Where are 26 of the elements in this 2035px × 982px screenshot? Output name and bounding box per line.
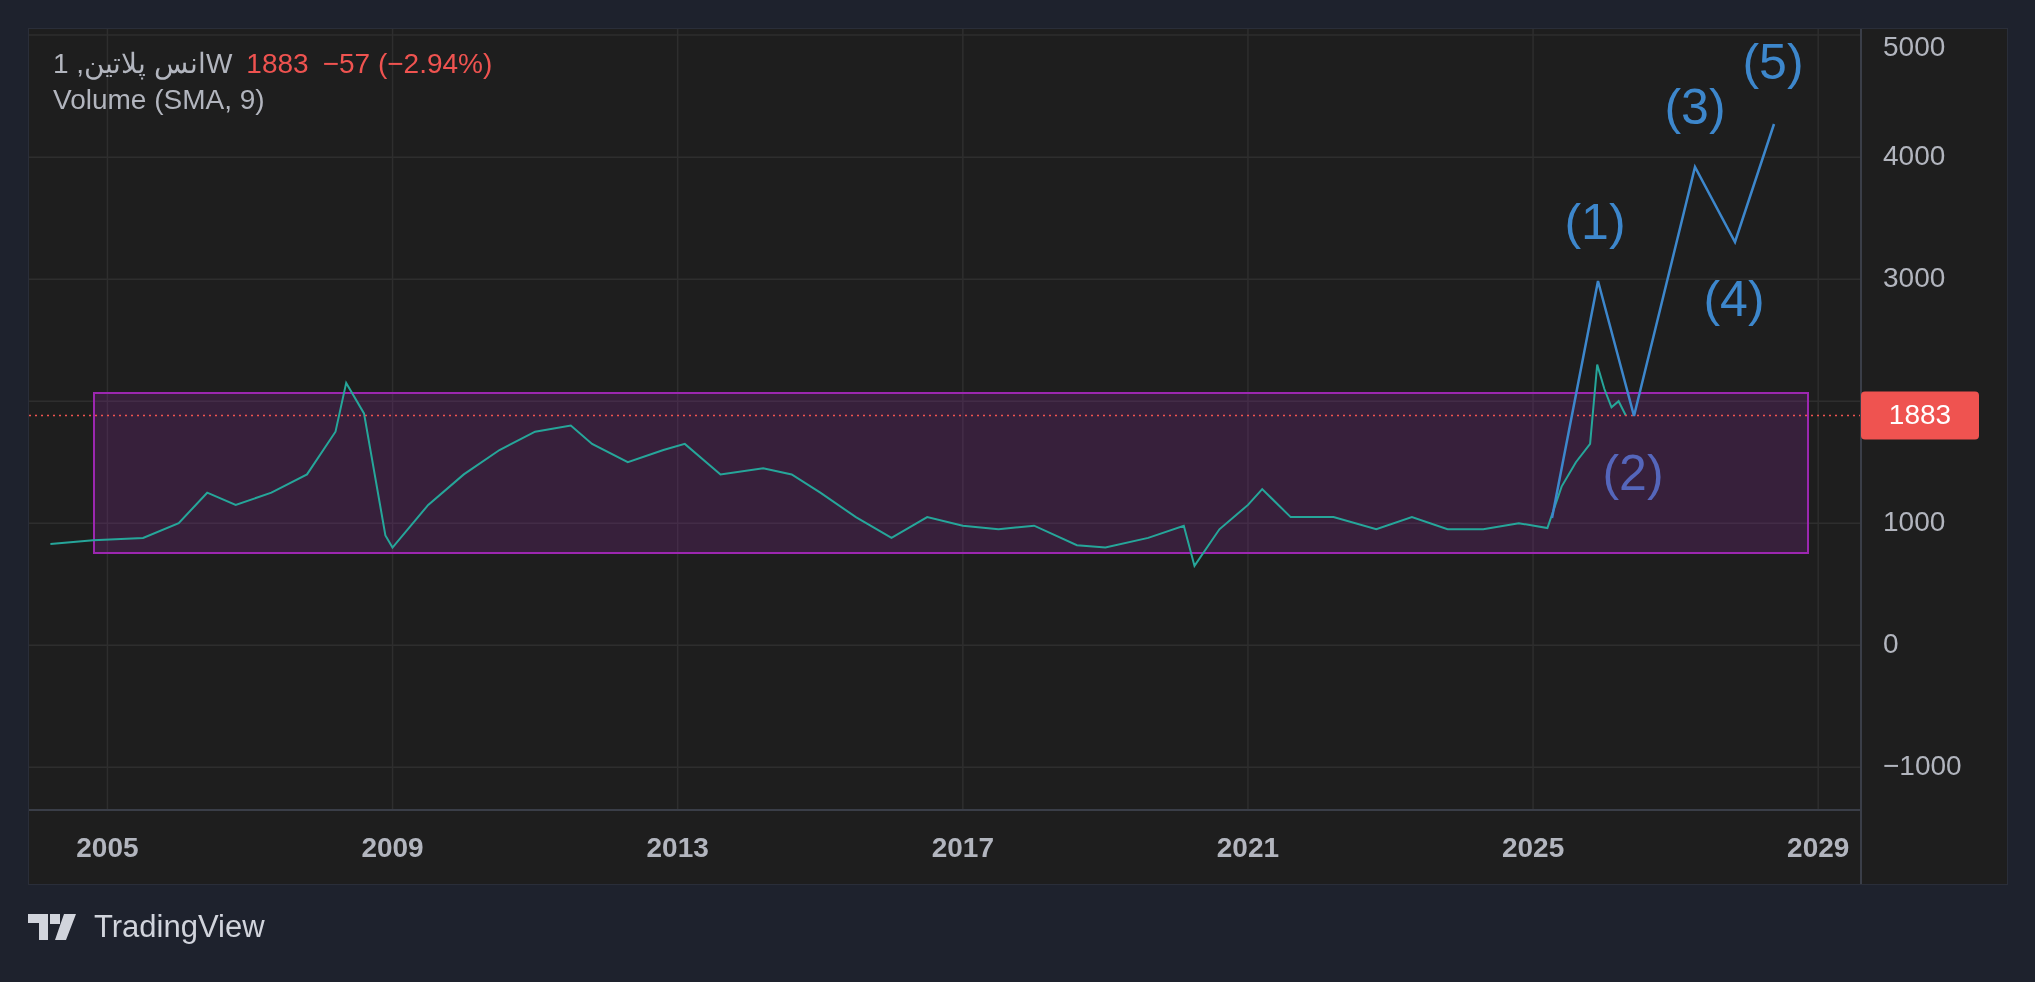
price-axis-label: 5000 [1883, 31, 1946, 63]
ref-line-label: 1883 [1888, 398, 1952, 430]
price-change: −57 (−2.94%) [322, 48, 493, 80]
indicator-title: Volume (SMA, 9) [53, 84, 265, 116]
time-axis-label: 2013 [646, 832, 709, 864]
time-axis-label: 2009 [361, 832, 424, 864]
time-axis-label: 2005 [76, 832, 139, 864]
symbol-title: انس پلاتین, 1W [53, 47, 233, 80]
wave-label: (5) [1742, 34, 1804, 91]
time-axis-label: 2021 [1216, 832, 1280, 864]
time-axis-label: 2029 [1787, 832, 1850, 864]
price-axis-label: −1000 [1883, 749, 1962, 781]
time-axis-label: 2025 [1501, 832, 1565, 864]
last-price: 1883 [246, 48, 309, 80]
wave-label: (4) [1703, 271, 1765, 328]
price-axis-label: 1000 [1883, 505, 1946, 537]
wave-label: (2) [1602, 445, 1664, 502]
wave-label: (1) [1564, 194, 1626, 251]
wave-label: (3) [1664, 79, 1726, 136]
price-axis-label: 0 [1883, 627, 1899, 659]
range-rectangle[interactable] [93, 392, 1809, 554]
last-price-tag: 1883 [1861, 391, 1979, 440]
price-axis-label: 3000 [1883, 261, 1946, 293]
price-axis-label: 4000 [1883, 139, 1946, 171]
brand-name: TradingView [94, 909, 265, 945]
time-axis-label: 2017 [931, 832, 994, 864]
